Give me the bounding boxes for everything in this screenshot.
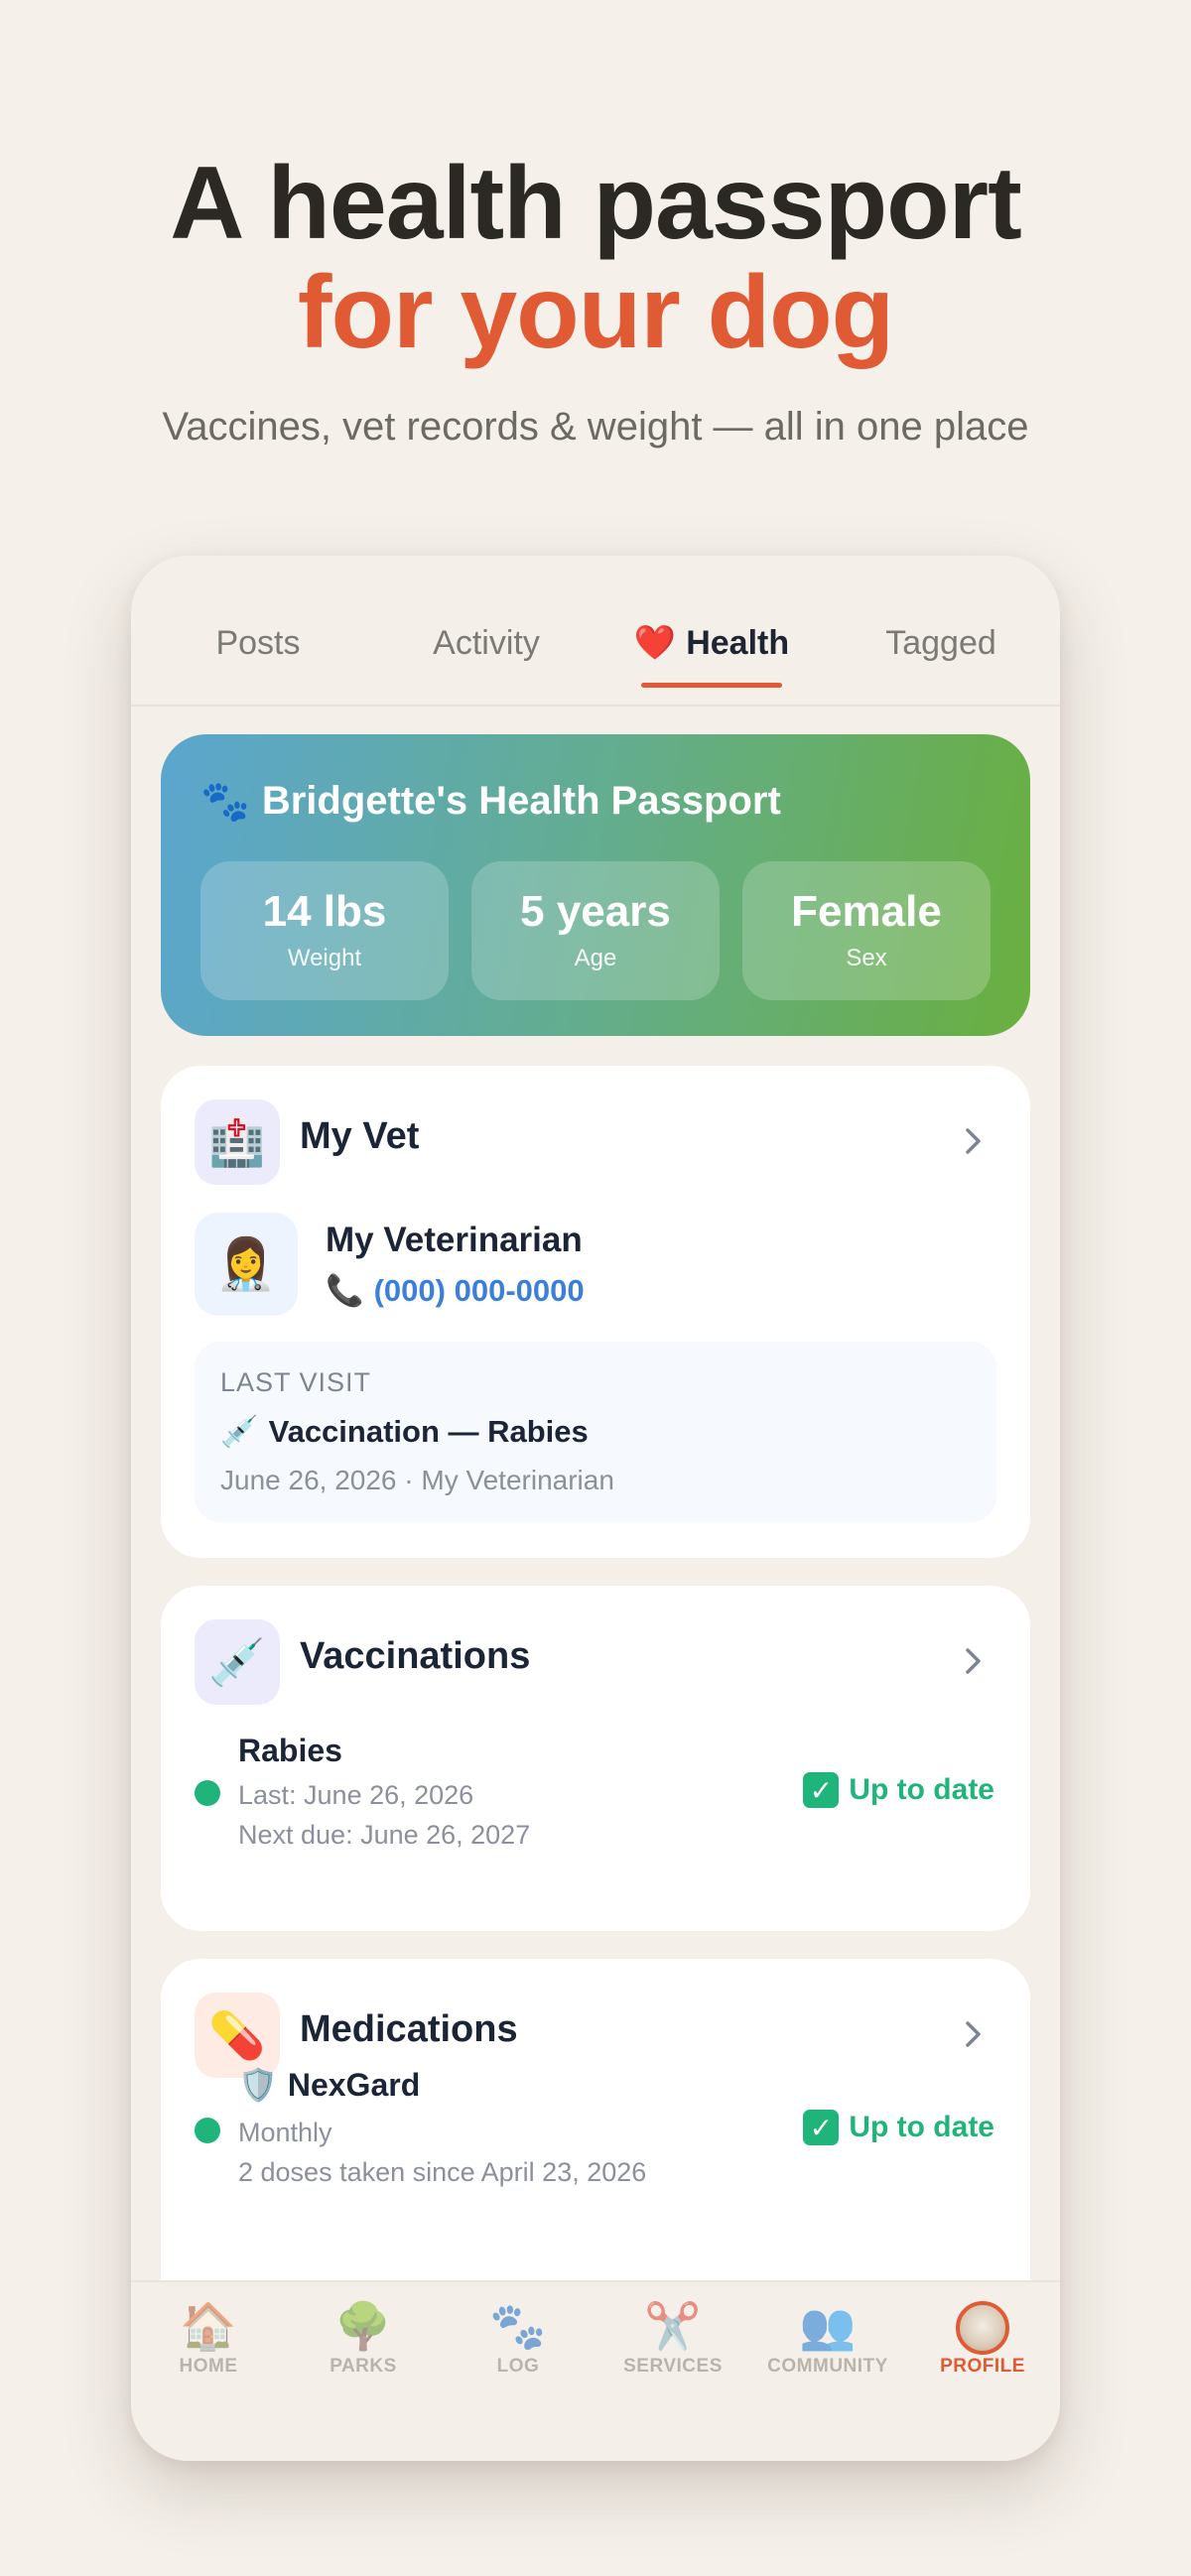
stat-age: 5 years Age [471,861,720,1000]
chevron-right-icon[interactable] [953,1641,992,1681]
vaccinations-card[interactable]: 💉 Vaccinations Rabies Last: June 26, 202… [161,1586,1030,1931]
avatar [956,2300,1009,2355]
last-visit-box: LAST VISIT 💉 Vaccination — Rabies June 2… [195,1342,996,1522]
status-text: Up to date [849,1773,994,1806]
nav-label: LOG [496,2356,540,2377]
marketing-subtitle: Vaccines, vet records & weight — all in … [162,405,1029,449]
phone-screen: Posts Activity ❤️ Health Tagged 🐾 Bridge… [131,556,1060,2461]
syringe-icon: 💉 [195,1619,280,1705]
vet-avatar: 👩‍⚕️ [195,1213,298,1316]
marketing-headline: A health passport for your dog [0,149,1191,367]
medication-name: 🛡️ NexGard [238,2066,420,2104]
tab-label: Activity [433,623,540,662]
tab-label: Tagged [885,623,996,662]
phone-number: (000) 000-0000 [373,1272,585,1308]
paw-icon: 🐾 [200,780,250,824]
status-dot [195,1780,220,1806]
medication-doses: 2 doses taken since April 23, 2026 [238,2157,647,2187]
tab-posts[interactable]: Posts [171,615,345,671]
health-passport-card: 🐾 Bridgette's Health Passport 14 lbs Wei… [161,734,1030,1036]
bottom-nav: 🏠 HOME 🌳 PARKS 🐾 LOG ✂️ SERVICES 👥 COMMU… [131,2280,1060,2461]
nav-community[interactable]: 👥 COMMUNITY [750,2296,905,2378]
shield-icon: 🛡️ [238,2067,278,2103]
stat-value: Female [791,887,942,936]
last-visit-meta: June 26, 2026 · My Veterinarian [220,1465,614,1495]
headline-line-1: A health passport [170,146,1022,261]
stat-label: Weight [287,945,362,971]
vaccine-next-due: Next due: June 26, 2027 [238,1820,531,1850]
medication-name-text: NexGard [287,2066,421,2103]
passport-title-text: Bridgette's Health Passport [261,779,781,823]
vaccine-last-date: Last: June 26, 2026 [238,1780,474,1810]
syringe-icon: 💉 [220,1414,259,1449]
medication-frequency: Monthly [238,2118,332,2147]
nav-parks[interactable]: 🌳 PARKS [286,2296,441,2378]
nav-label: PROFILE [940,2356,1025,2377]
phone-icon: 📞 [326,1273,364,1308]
vaccine-name: Rabies [238,1733,342,1768]
tab-activity[interactable]: Activity [399,615,574,671]
chevron-right-icon[interactable] [953,1121,992,1161]
profile-avatar-icon [905,2296,1060,2356]
vet-name: My Veterinarian [326,1221,583,1259]
tab-label: Health [686,623,790,662]
card-title: My Vet [300,1115,420,1157]
status-badge: ✓ Up to date [803,1772,994,1808]
tab-tagged[interactable]: Tagged [854,615,1028,671]
nav-log[interactable]: 🐾 LOG [441,2296,596,2378]
tree-icon: 🌳 [334,2299,392,2352]
home-icon: 🏠 [180,2299,237,2352]
stat-label: Age [574,945,617,971]
passport-title: 🐾 Bridgette's Health Passport [200,778,781,825]
check-icon: ✓ [803,1772,840,1808]
nav-label: PARKS [330,2356,397,2377]
stat-value: 14 lbs [262,887,387,936]
headline-line-2: for your dog [297,255,894,370]
profile-tabs: Posts Activity ❤️ Health Tagged [131,556,1060,707]
paw-icon: 🐾 [489,2299,547,2352]
medications-card[interactable]: 💊 Medications 🛡️ NexGard Monthly 2 doses… [161,1959,1030,2336]
last-visit-title-text: Vaccination — Rabies [268,1413,589,1449]
nav-profile[interactable]: PROFILE [905,2296,1060,2378]
status-badge: ✓ Up to date [803,2110,994,2145]
check-icon: ✓ [803,2110,840,2145]
last-visit-label: LAST VISIT [220,1367,372,1397]
tab-label: Posts [215,623,301,662]
nav-home[interactable]: 🏠 HOME [131,2296,286,2378]
nav-services[interactable]: ✂️ SERVICES [596,2296,750,2378]
scissors-icon: ✂️ [644,2299,702,2352]
vet-phone-link[interactable]: 📞 (000) 000-0000 [326,1272,585,1309]
nav-label: SERVICES [623,2356,723,2377]
tab-health[interactable]: ❤️ Health [617,615,806,671]
nav-label: COMMUNITY [767,2356,888,2377]
stat-label: Sex [846,945,887,971]
status-text: Up to date [849,2111,994,2143]
heart-icon: ❤️ [633,624,677,662]
card-title: Vaccinations [300,1635,531,1677]
stat-sex: Female Sex [742,861,991,1000]
card-title: Medications [300,2008,518,2050]
people-icon: 👥 [799,2299,857,2352]
status-dot [195,2118,220,2143]
chevron-right-icon[interactable] [953,2014,992,2054]
my-vet-card[interactable]: 🏥 My Vet 👩‍⚕️ My Veterinarian 📞 (000) 00… [161,1066,1030,1558]
hospital-icon: 🏥 [195,1099,280,1185]
stat-weight: 14 lbs Weight [200,861,449,1000]
stat-value: 5 years [520,887,671,936]
active-tab-indicator [641,683,782,688]
nav-label: HOME [179,2356,238,2377]
last-visit-title: 💉 Vaccination — Rabies [220,1413,589,1450]
